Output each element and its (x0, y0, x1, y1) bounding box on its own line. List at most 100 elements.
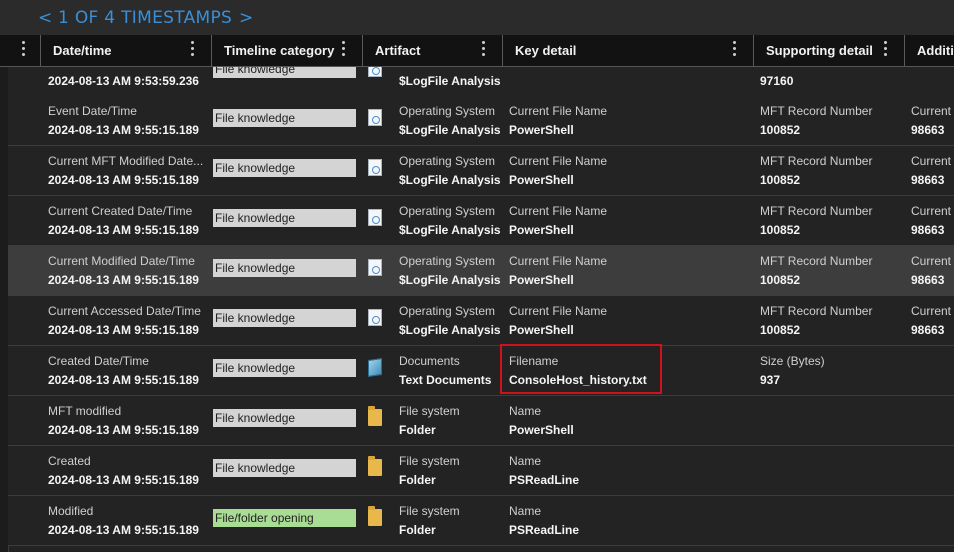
row-timestamp: 2024-08-13 AM 9:55:15.189 (48, 223, 199, 237)
doc-icon (368, 109, 382, 126)
column-menu-cell[interactable] (0, 35, 41, 66)
timeline-category-badge: File knowledge (213, 67, 356, 78)
timeline-category-badge: File knowledge (213, 459, 356, 477)
doc-icon (368, 309, 382, 326)
supporting-detail-label: MFT Record Number (760, 204, 873, 218)
row-event-label: Event Date/Time (48, 104, 137, 118)
artifact-type: Operating System (399, 104, 496, 118)
kebab-menu-icon[interactable] (22, 41, 26, 59)
table-row[interactable]: Current Accessed Date/Time 2024-08-13 AM… (8, 296, 954, 346)
artifact-name: Text Documents (399, 373, 492, 387)
column-header-datetime[interactable]: Date/time (41, 35, 212, 66)
doc-icon (368, 209, 382, 226)
timeline-category-badge: File knowledge (213, 209, 356, 227)
doc-icon (368, 159, 382, 176)
supporting-detail-label: MFT Record Number (760, 104, 873, 118)
timestamp-pager: < 1 OF 4 TIMESTAMPS > (0, 0, 954, 35)
kebab-menu-icon[interactable] (191, 41, 195, 59)
timeline-category-badge: File knowledge (213, 159, 356, 177)
key-detail-value: PowerShell (509, 323, 574, 337)
column-header-timeline-category[interactable]: Timeline category (212, 35, 363, 66)
folder-icon (368, 456, 382, 476)
key-detail-value: PowerShell (509, 223, 574, 237)
artifact-type: Documents (399, 354, 460, 368)
key-detail-value: PSReadLine (509, 473, 580, 487)
row-event-label: Current MFT Modified Date... (48, 154, 204, 168)
folder-icon (368, 506, 382, 526)
table-row[interactable]: Created 2024-08-13 AM 9:55:15.189 File k… (8, 446, 954, 496)
artifact-type: Operating System (399, 154, 496, 168)
artifact-type: File system (399, 504, 460, 518)
column-header-label: Supporting detail (766, 43, 873, 58)
additional-detail-label: Current (911, 254, 952, 268)
key-detail-label: Current File Name (509, 154, 608, 168)
doc-icon (368, 259, 382, 276)
row-event-label: Current Created Date/Time (48, 204, 193, 218)
row-event-label: Created Date/Time (48, 354, 149, 368)
kebab-menu-icon[interactable] (733, 41, 737, 59)
row-event-label: Created (48, 454, 91, 468)
additional-detail-label: Current (911, 304, 952, 318)
table-row[interactable]: MFT modified 2024-08-13 AM 9:55:15.189 F… (8, 396, 954, 446)
timeline-category-badge: File knowledge (213, 409, 356, 427)
additional-detail-value: 98663 (911, 223, 945, 237)
doc-icon (368, 67, 382, 77)
key-detail-label: Name (509, 454, 542, 468)
table-row[interactable]: 2024-08-13 AM 9:53:59.236 File knowledge… (8, 67, 954, 97)
row-event-label: Current Modified Date/Time (48, 254, 195, 268)
folder-icon (368, 406, 382, 426)
column-header-additional[interactable]: Additi (905, 35, 954, 66)
timeline-category-badge: File/folder opening (213, 509, 356, 527)
kebab-menu-icon[interactable] (884, 41, 888, 59)
table-row[interactable]: Created Date/Time 2024-08-13 AM 9:55:15.… (8, 346, 954, 396)
timeline-category-badge: File knowledge (213, 359, 356, 377)
row-timestamp: 2024-08-13 AM 9:55:15.189 (48, 473, 199, 487)
key-detail-value: PowerShell (509, 123, 574, 137)
column-header-key-detail[interactable]: Key detail (503, 35, 754, 66)
row-timestamp: 2024-08-13 AM 9:55:15.189 (48, 373, 199, 387)
additional-detail-value: 98663 (911, 323, 945, 337)
key-detail-label: Current File Name (509, 204, 608, 218)
supporting-detail-value: 937 (760, 373, 781, 387)
table-row[interactable]: Current Modified Date/Time 2024-08-13 AM… (8, 246, 954, 296)
kebab-menu-icon[interactable] (342, 41, 346, 59)
artifact-type: File system (399, 454, 460, 468)
key-detail-label: Name (509, 404, 542, 418)
row-event-label: Modified (48, 504, 94, 518)
table-header: Date/time Timeline category Artifact Key… (0, 35, 954, 67)
row-timestamp: 2024-08-13 AM 9:55:15.189 (48, 173, 199, 187)
table-row[interactable]: Modified 2024-08-13 AM 9:55:15.189 File/… (8, 496, 954, 546)
supporting-detail-value: 100852 (760, 173, 801, 187)
table-row[interactable]: Current Created Date/Time 2024-08-13 AM … (8, 196, 954, 246)
column-header-label: Artifact (375, 43, 421, 58)
column-header-supporting-detail[interactable]: Supporting detail (754, 35, 905, 66)
timeline-category-badge: File knowledge (213, 309, 356, 327)
timestamp-counter: 1 OF 4 TIMESTAMPS (58, 8, 233, 28)
column-header-artifact[interactable]: Artifact (363, 35, 503, 66)
previous-timestamp-button[interactable]: < (38, 8, 52, 28)
artifact-name: $LogFile Analysis (399, 273, 501, 287)
additional-detail-label: Current (911, 104, 952, 118)
key-detail-label: Name (509, 504, 542, 518)
table-row[interactable]: Event Date/Time 2024-08-13 AM 9:55:15.18… (8, 96, 954, 146)
additional-detail-label: Current (911, 204, 952, 218)
next-timestamp-button[interactable]: > (239, 8, 253, 28)
table-row[interactable]: Current MFT Modified Date... 2024-08-13 … (8, 146, 954, 196)
key-detail-label: Current File Name (509, 254, 608, 268)
artifact-type: Operating System (399, 304, 496, 318)
supporting-detail-label: MFT Record Number (760, 254, 873, 268)
artifact-type: Operating System (399, 204, 496, 218)
additional-detail-value: 98663 (911, 173, 945, 187)
artifact-name: $LogFile Analysis (399, 123, 501, 137)
additional-detail-value: 98663 (911, 123, 945, 137)
supporting-detail-label: MFT Record Number (760, 304, 873, 318)
kebab-menu-icon[interactable] (482, 41, 486, 59)
row-timestamp: 2024-08-13 AM 9:53:59.236 (48, 74, 199, 88)
column-header-label: Key detail (515, 43, 577, 58)
supporting-detail-value: 100852 (760, 323, 801, 337)
supporting-detail-value: 100852 (760, 123, 801, 137)
artifact-name: $LogFile Analysis (399, 173, 501, 187)
additional-detail-label: Current (911, 154, 952, 168)
row-timestamp: 2024-08-13 AM 9:55:15.189 (48, 273, 199, 287)
row-event-label: Current Accessed Date/Time (48, 304, 201, 318)
